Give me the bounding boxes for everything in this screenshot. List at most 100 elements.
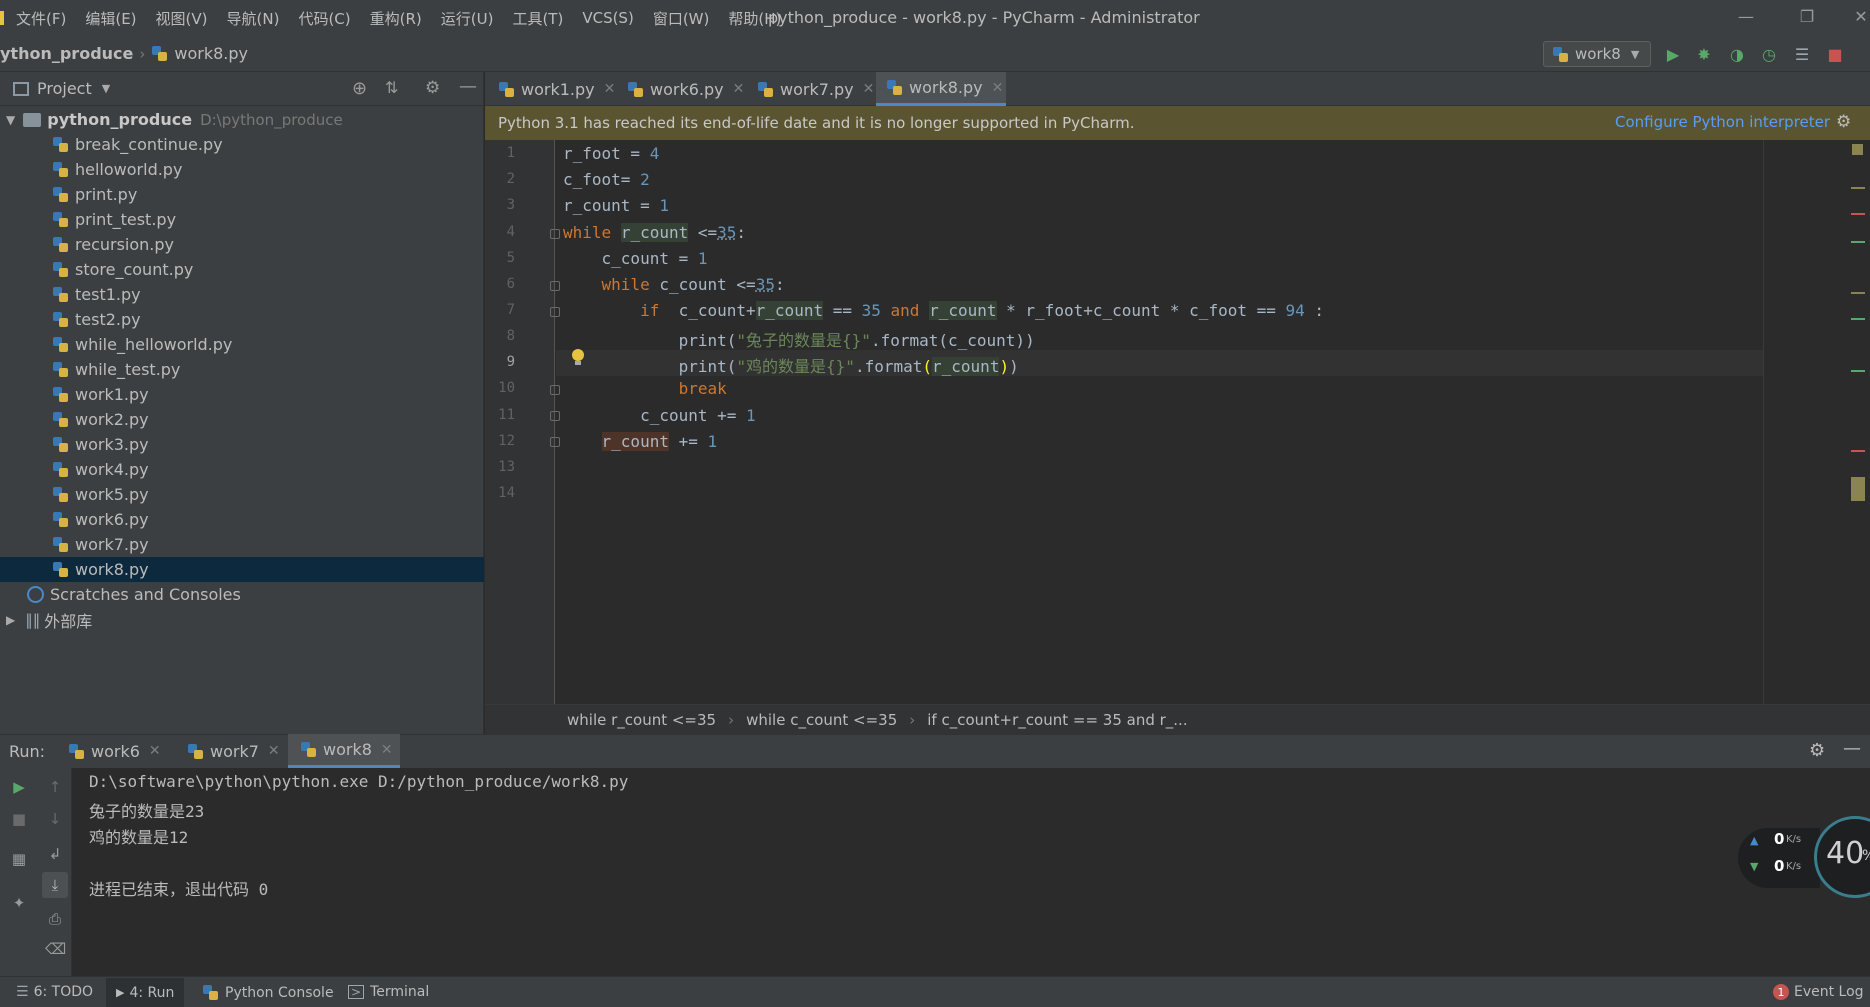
tab-work7[interactable]: work7.py ✕ <box>747 72 874 106</box>
menu-tools[interactable]: 工具(T) <box>512 8 563 29</box>
fold-marker-icon[interactable] <box>550 307 560 317</box>
collapse-all-icon[interactable]: ⇅ <box>385 78 398 97</box>
error-stripe-mark[interactable] <box>1851 292 1865 294</box>
tab-work8[interactable]: work8.py ✕ <box>876 72 1006 106</box>
arrow-up-icon[interactable]: ↑ <box>45 777 65 797</box>
menu-view[interactable]: 视图(V) <box>156 8 208 29</box>
todo-tool-button[interactable]: ☰ 6: TODO <box>16 984 93 1000</box>
error-stripe-mark[interactable] <box>1851 318 1865 320</box>
run-tab-work6[interactable]: work6 ✕ <box>62 734 161 768</box>
menu-run[interactable]: 运行(U) <box>441 8 494 29</box>
layout-icon[interactable]: ▦ <box>9 849 29 869</box>
gear-icon[interactable]: ⚙ <box>1836 112 1851 132</box>
trash-icon[interactable]: ⌫ <box>45 939 66 959</box>
error-stripe-mark[interactable] <box>1851 213 1865 215</box>
network-speed-widget[interactable]: ▲ 0 K/s ▼ 0 K/s 40 % <box>1738 816 1870 910</box>
close-tab-icon[interactable]: ✕ <box>381 742 393 758</box>
close-tab-icon[interactable]: ✕ <box>863 81 875 97</box>
tree-scratches[interactable]: Scratches and Consoles <box>0 582 484 607</box>
gear-icon[interactable]: ⚙ <box>425 78 440 98</box>
hide-panel-icon[interactable]: — <box>1843 738 1861 759</box>
tree-file-item[interactable]: recursion.py <box>0 232 484 257</box>
pin-icon[interactable]: ✦ <box>9 893 29 913</box>
event-log-button[interactable]: 1 Event Log <box>1773 984 1864 1000</box>
python-console-tool-button[interactable]: Python Console <box>202 984 334 1001</box>
tree-file-item[interactable]: helloworld.py <box>0 157 484 182</box>
expand-arrow-icon[interactable]: ▼ <box>6 113 15 127</box>
menu-window[interactable]: 窗口(W) <box>653 8 710 29</box>
tree-file-item[interactable]: break_continue.py <box>0 132 484 157</box>
console-output[interactable] <box>72 768 1870 976</box>
debug-icon[interactable]: ✸ <box>1693 44 1715 66</box>
fold-marker-icon[interactable] <box>550 281 560 291</box>
menu-code[interactable]: 代码(C) <box>298 8 350 29</box>
minimize-icon[interactable]: — <box>1735 6 1757 28</box>
fold-marker-icon[interactable] <box>550 229 560 239</box>
tab-work6[interactable]: work6.py ✕ <box>617 72 744 106</box>
configure-interpreter-link[interactable]: Configure Python interpreter <box>1615 113 1830 131</box>
gear-icon[interactable]: ⚙ <box>1809 740 1825 761</box>
error-stripe-mark[interactable] <box>1851 477 1865 501</box>
fold-marker-icon[interactable] <box>550 411 560 421</box>
run-tool-button[interactable]: ▶ 4: Run <box>106 978 185 1007</box>
restore-icon[interactable]: ❐ <box>1796 6 1818 28</box>
print-icon[interactable]: ⎙ <box>45 909 65 929</box>
expand-arrow-icon[interactable]: ▶ <box>6 613 15 627</box>
menu-file[interactable]: 文件(F) <box>16 8 66 29</box>
tree-file-item[interactable]: work5.py <box>0 482 484 507</box>
close-tab-icon[interactable]: ✕ <box>733 81 745 97</box>
menu-navigate[interactable]: 导航(N) <box>227 8 280 29</box>
scroll-to-end-icon[interactable]: ⤓ <box>42 872 68 898</box>
run-tab-work7[interactable]: work7 ✕ <box>181 734 280 768</box>
tree-file-item[interactable]: test2.py <box>0 307 484 332</box>
tree-file-item[interactable]: work2.py <box>0 407 484 432</box>
tree-file-item[interactable]: work7.py <box>0 532 484 557</box>
error-stripe-mark[interactable] <box>1851 450 1865 452</box>
tree-file-item[interactable]: work1.py <box>0 382 484 407</box>
menu-refactor[interactable]: 重构(R) <box>370 8 422 29</box>
run-tab-work8[interactable]: work8 ✕ <box>288 734 400 768</box>
hide-panel-icon[interactable]: — <box>459 76 477 97</box>
tree-external-libraries[interactable]: ▶ ‖‖ 外部库 <box>0 607 484 632</box>
tree-file-item[interactable]: work3.py <box>0 432 484 457</box>
close-tab-icon[interactable]: ✕ <box>992 80 1004 96</box>
arrow-down-icon[interactable]: ↓ <box>45 809 65 829</box>
stop-icon[interactable]: ■ <box>9 809 29 829</box>
fold-marker-icon[interactable] <box>550 437 560 447</box>
tree-file-item-selected[interactable]: work8.py <box>0 557 484 582</box>
error-stripe-mark[interactable] <box>1851 241 1865 243</box>
tree-file-item[interactable]: store_count.py <box>0 257 484 282</box>
terminal-tool-button[interactable]: > Terminal <box>348 984 429 1000</box>
tree-file-item[interactable]: print.py <box>0 182 484 207</box>
tree-root-folder[interactable]: ▼ python_produce D:\python_produce <box>0 107 484 132</box>
breadcrumb-item[interactable]: while c_count <=35 <box>746 711 897 729</box>
breadcrumb-item[interactable]: if c_count+r_count == 35 and r_... <box>927 711 1187 729</box>
menu-vcs[interactable]: VCS(S) <box>582 9 633 27</box>
tree-file-item[interactable]: work6.py <box>0 507 484 532</box>
tab-work1[interactable]: work1.py ✕ <box>488 72 615 106</box>
rerun-icon[interactable]: ▶ <box>9 777 29 797</box>
project-panel-title[interactable]: Project <box>37 79 92 98</box>
breadcrumb-project[interactable]: ython_produce <box>0 44 133 63</box>
fold-marker-icon[interactable] <box>550 385 560 395</box>
breadcrumb-file[interactable]: work8.py <box>174 44 248 63</box>
close-window-icon[interactable]: ✕ <box>1850 6 1870 28</box>
run-icon[interactable]: ▶ <box>1662 44 1684 66</box>
tree-file-item[interactable]: while_test.py <box>0 357 484 382</box>
soft-wrap-icon[interactable]: ↲ <box>45 844 65 864</box>
profile-icon[interactable]: ◷ <box>1758 44 1780 66</box>
error-stripe-mark[interactable] <box>1851 187 1865 189</box>
close-tab-icon[interactable]: ✕ <box>604 81 616 97</box>
coverage-icon[interactable]: ◑ <box>1726 44 1748 66</box>
concurrency-icon[interactable]: ☰ <box>1791 44 1813 66</box>
stop-icon[interactable]: ■ <box>1824 44 1846 66</box>
run-configuration-selector[interactable]: work8 ▼ <box>1543 41 1651 67</box>
close-tab-icon[interactable]: ✕ <box>268 743 280 759</box>
chevron-down-icon[interactable]: ▼ <box>102 82 110 95</box>
error-stripe-mark[interactable] <box>1851 370 1865 372</box>
tree-file-item[interactable]: while_helloworld.py <box>0 332 484 357</box>
breadcrumb-item[interactable]: while r_count <=35 <box>567 711 716 729</box>
tree-file-item[interactable]: work4.py <box>0 457 484 482</box>
inspection-status-icon[interactable] <box>1852 144 1863 155</box>
tree-file-item[interactable]: print_test.py <box>0 207 484 232</box>
